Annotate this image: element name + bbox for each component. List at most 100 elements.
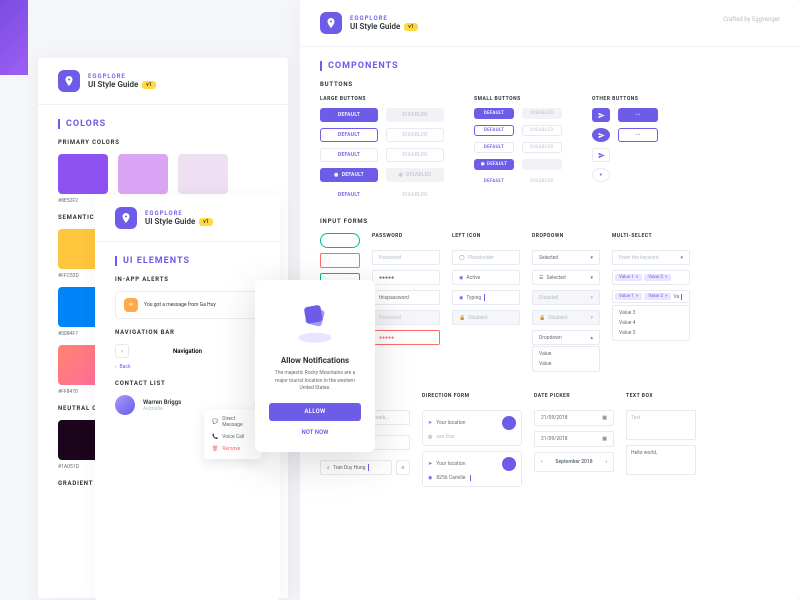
contact-row[interactable]: Warren Briggs Australia ⋯ 💬Direct Messag… [115,395,260,415]
trash-icon: 🗑 [212,446,218,452]
swatch-primary-3[interactable] [178,154,228,194]
large-button-default[interactable]: DEFAULT [320,108,378,122]
large-button-outline[interactable]: DEFAULT [320,128,378,142]
icon-button-circle-send[interactable] [592,128,610,142]
dropdown-item[interactable]: Value [533,349,599,359]
pill-button-outline[interactable]: ⋯ [618,128,658,142]
icon-button-outline[interactable] [592,148,610,162]
dropdown-item[interactable]: Value [533,359,599,369]
multiselect-ph[interactable]: Enter the keyword▾ [612,250,690,265]
large-button-disabled: DISABLED [386,108,444,122]
large-button-ghost[interactable]: DEFAULT [320,188,378,202]
menu-item-voice[interactable]: 📞Voice Call [204,431,262,443]
page-subtitle: UI Style Guidev1 [145,217,213,226]
search-input-2[interactable]: ⌕Tran Duy Hung [320,460,392,475]
version-badge: v1 [404,23,417,31]
menu-item-remove[interactable]: 🗑Remove [204,443,262,455]
cal-next[interactable]: › [605,459,607,465]
input-success[interactable] [320,233,360,248]
page-subtitle: UI Style Guidev1 [88,80,156,89]
large-buttons-label: LARGE BUTTONS [320,96,444,102]
dropdown-selected-icon[interactable]: ☰Selected▾ [532,270,600,285]
decorative-purple-block [0,0,28,75]
in-app-alert[interactable]: ✉ You got a message from Ga Huy [115,291,260,319]
cal-prev[interactable]: ‹ [541,459,543,465]
password-input-dots[interactable]: ●●●●● [372,270,440,285]
large-button-icon[interactable]: ◉DEFAULT [320,168,378,182]
input-error[interactable] [320,253,360,268]
page-subtitle: UI Style Guidev1 [350,22,418,31]
input-forms-label: INPUT FORMS [320,218,800,225]
password-input-ph[interactable]: Password [372,250,440,265]
user-icon: ◉ [459,275,463,281]
dropdown-menu[interactable]: Value Value [532,346,600,372]
password-input-value[interactable]: thispassword [372,290,440,305]
icon-button-plus[interactable]: + [592,168,610,182]
tag[interactable]: Value 2 × [644,274,671,281]
calendar[interactable]: ‹September 2018› [534,452,614,472]
not-now-button[interactable]: NOT NOW [269,429,361,436]
dropdown-disabled-icon: 🔒Disabled▾ [532,310,600,325]
chevron-left-icon: ‹ [115,364,117,370]
tag[interactable]: Value 1 × [615,274,642,281]
primary-colors-label: PRIMARY COLORS [58,139,288,146]
search-filter-button[interactable]: ≡ [396,460,410,475]
nav-back-button[interactable]: ‹ [115,344,129,358]
version-badge: v1 [199,218,212,226]
date-input-2[interactable]: 21/09/2018▦ [534,431,614,447]
lefticon-input-typing[interactable]: ◉Typing [452,290,520,305]
sm-button-outline-disabled: DISABLED [522,125,562,136]
sm-button-icon[interactable]: ◉DEFAULT [474,159,514,170]
lefticon-input-active[interactable]: ◉Active [452,270,520,285]
dropdown-disabled: Disabled▾ [532,290,600,305]
contact-name: Warren Briggs [143,399,245,406]
pill-button[interactable]: ⋯ [618,108,658,122]
notification-modal: Allow Notifications The majestic Rocky M… [255,280,375,452]
password-col-label: PASSWORD [372,233,440,239]
menu-item-dm[interactable]: 💬Direct Message [204,413,262,431]
swatch-primary-1[interactable] [58,154,108,194]
icon-button-send[interactable] [592,108,610,122]
multiselect-col-label: MULTI-SELECT [612,233,690,239]
contact-menu: 💬Direct Message 📞Voice Call 🗑Remove [204,409,262,459]
brand-logo [320,12,342,34]
password-input-error[interactable]: ●●●●● [372,330,440,345]
crafted-by: Crafted by Eggvenger [723,16,780,23]
card-header: EGGPLORE UI Style Guidev1 [38,58,288,105]
nav-title: Navigation [137,348,238,355]
date-input-1[interactable]: 21/09/2018▦ [534,410,614,426]
card-header: EGGPLORE UI Style Guidev1 Crafted by Egg… [300,0,800,47]
location-icon: ➤ [428,461,432,467]
textbox-ph[interactable]: Text [626,410,696,440]
back-link[interactable]: ‹Back [115,364,260,370]
large-button-icon-disabled: ◉DISABLED [386,168,444,182]
go-button[interactable] [502,457,516,471]
dropdown-open[interactable]: Dropdown▴ [532,330,600,345]
user-icon: ◯ [459,255,465,261]
version-badge: v1 [142,81,155,89]
modal-title: Allow Notifications [269,356,361,365]
swatch-primary-2[interactable] [118,154,168,194]
user-icon: ◉ [459,295,463,301]
modal-illustration [290,296,340,346]
dropdown-col-label: DROPDOWN [532,233,600,239]
calendar-icon: ▦ [602,415,607,421]
chat-icon: 💬 [212,419,218,425]
textbox-value[interactable]: Hello world, [626,445,696,475]
sm-button-light[interactable]: DEFAULT [474,142,514,153]
allow-button[interactable]: ALLOW [269,403,361,421]
brand-name: EGGPLORE [88,73,156,80]
pin-icon: ◎ [428,434,432,440]
multiselect-menu[interactable]: Value 3 Value 4 Value 5 [612,305,690,341]
large-button-light[interactable]: DEFAULT [320,148,378,162]
sm-button-default[interactable]: DEFAULT [474,108,514,119]
sm-button-outline[interactable]: DEFAULT [474,125,514,136]
message-icon: ✉ [124,298,138,312]
go-button[interactable] [502,416,516,430]
dropdown-selected[interactable]: Selected▾ [532,250,600,265]
card-header: EGGPLORE UI Style Guidev1 [95,195,280,242]
multiselect-tags[interactable]: Value 1 ×Value 2 × [612,270,690,285]
multiselect-open[interactable]: Value 1 ×Value 2 ×Va [612,290,690,303]
lefticon-input-ph[interactable]: ◯Placeholder [452,250,520,265]
sm-button-ghost[interactable]: DEFAULT [474,176,514,187]
